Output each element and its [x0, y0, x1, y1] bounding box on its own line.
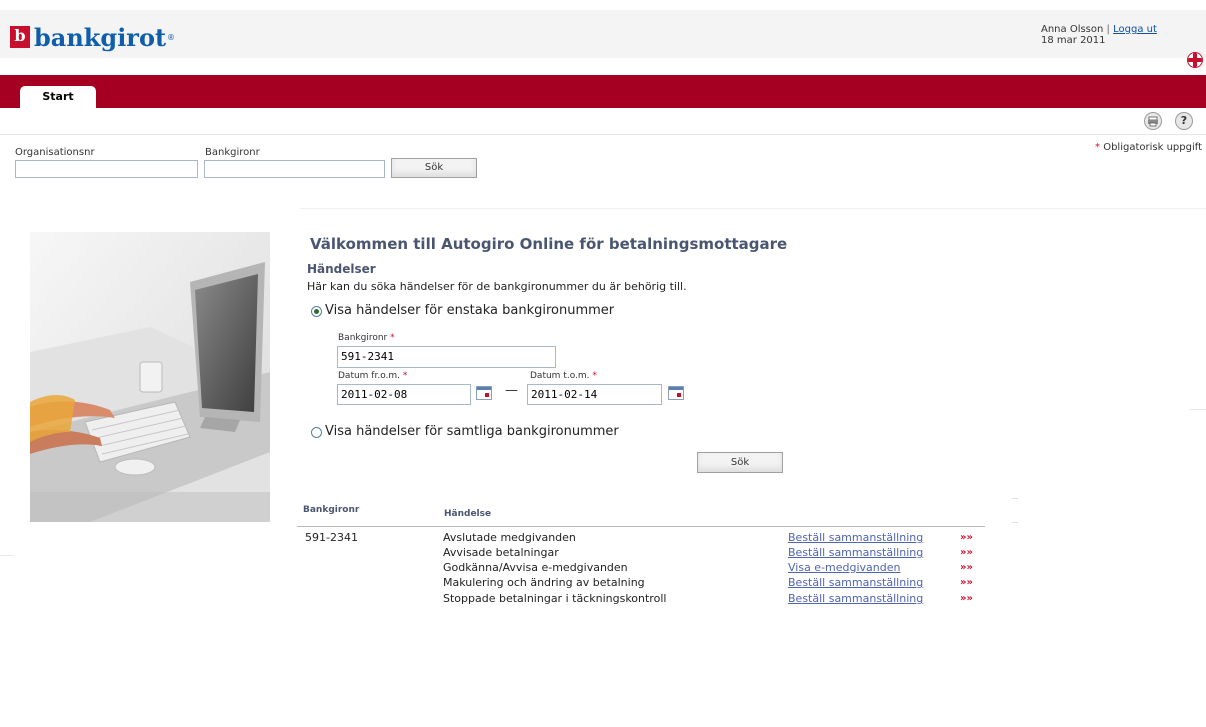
- table-header-divider: [297, 526, 985, 527]
- main-nav-bar: [0, 75, 1206, 108]
- search-button[interactable]: Sök: [697, 452, 783, 473]
- arrow-icon[interactable]: »»: [960, 577, 973, 588]
- column-header-bankgiro: Bankgironr: [303, 505, 360, 515]
- date-to-label: Datum t.o.m. *: [530, 371, 597, 381]
- event-label: Stoppade betalningar i täckningskontroll: [443, 592, 667, 605]
- bankgiro-label: Bankgironr: [205, 147, 260, 158]
- form-bankgiro-label: Bankgironr *: [338, 333, 395, 343]
- required-star: *: [592, 371, 597, 381]
- column-header-event: Händelse: [444, 509, 492, 519]
- page-title: Välkommen till Autogiro Online för betal…: [310, 235, 788, 253]
- event-label: Godkänna/Avvisa e-medgivanden: [443, 561, 628, 574]
- form-bankgiro-input[interactable]: 591-2341: [337, 346, 556, 368]
- org-number-label: Organisationsnr: [15, 147, 95, 158]
- arrow-icon[interactable]: »»: [960, 562, 973, 573]
- tab-start[interactable]: Start: [20, 86, 96, 108]
- date-from-label-text: Datum fr.o.m.: [338, 371, 401, 381]
- radio-single-bankgiro[interactable]: [311, 306, 322, 317]
- order-summary-link[interactable]: Beställ sammanställning: [788, 531, 923, 544]
- logo-registered: ®: [167, 32, 176, 42]
- divider: [0, 555, 14, 556]
- arrow-icon[interactable]: »»: [960, 532, 973, 543]
- intro-text: Här kan du söka händelser för de bankgir…: [307, 280, 687, 293]
- event-label: Makulering och ändring av betalning: [443, 576, 645, 589]
- divider: [1012, 522, 1018, 523]
- order-summary-link[interactable]: Beställ sammanställning: [788, 576, 923, 589]
- required-star: *: [390, 333, 395, 343]
- radio-single-label[interactable]: Visa händelser för enstaka bankgironumme…: [325, 303, 614, 318]
- required-star: *: [402, 371, 408, 381]
- logo-text: bankgirot: [34, 22, 167, 52]
- order-summary-link[interactable]: Beställ sammanställning: [788, 592, 923, 605]
- form-bankgiro-label-text: Bankgironr: [338, 333, 388, 343]
- divider: [1190, 409, 1206, 410]
- top-search-button[interactable]: Sök: [391, 158, 477, 178]
- help-icon[interactable]: ?: [1175, 112, 1193, 130]
- order-summary-link[interactable]: Beställ sammanställning: [788, 546, 923, 559]
- logo-mark: b: [10, 26, 30, 48]
- arrow-icon[interactable]: »»: [960, 593, 973, 604]
- toolbar: [0, 108, 1206, 135]
- office-photo: [30, 232, 270, 522]
- required-text: Obligatorisk uppgift: [1100, 142, 1202, 153]
- user-name: Anna Olsson: [1041, 24, 1104, 35]
- header-strip: [0, 10, 1206, 58]
- date-to-input[interactable]: 2011-02-14: [527, 384, 662, 405]
- org-number-input[interactable]: [15, 160, 198, 178]
- date-separator: —: [505, 383, 518, 398]
- english-flag-icon[interactable]: [1187, 52, 1203, 68]
- bankgirot-logo[interactable]: b bankgirot ®: [10, 20, 175, 54]
- date-to-label-text: Datum t.o.m.: [530, 371, 590, 381]
- user-info: Anna Olsson | Logga ut 18 mar 2011: [1041, 24, 1206, 46]
- date-from-label: Datum fr.o.m. *: [338, 371, 407, 381]
- date-from-input[interactable]: 2011-02-08: [337, 384, 471, 405]
- bankgiro-input[interactable]: [204, 160, 385, 178]
- required-note: * Obligatorisk uppgift: [1095, 142, 1202, 153]
- divider: [300, 208, 1206, 209]
- user-separator: |: [1106, 24, 1110, 35]
- print-icon[interactable]: [1144, 112, 1162, 130]
- row-bankgiro: 591-2341: [305, 531, 358, 544]
- logout-link[interactable]: Logga ut: [1113, 24, 1157, 35]
- calendar-icon[interactable]: [476, 386, 492, 400]
- event-label: Avslutade medgivanden: [443, 531, 576, 544]
- event-label: Avvisade betalningar: [443, 546, 559, 559]
- section-heading: Händelser: [307, 262, 376, 276]
- divider: [1012, 498, 1018, 499]
- view-e-mandates-link[interactable]: Visa e-medgivanden: [788, 561, 901, 574]
- radio-all-bankgiro[interactable]: [311, 427, 322, 438]
- radio-all-label[interactable]: Visa händelser för samtliga bankgironumm…: [325, 424, 619, 439]
- arrow-icon[interactable]: »»: [960, 547, 973, 558]
- calendar-icon[interactable]: [668, 386, 684, 400]
- current-date: 18 mar 2011: [1041, 35, 1106, 46]
